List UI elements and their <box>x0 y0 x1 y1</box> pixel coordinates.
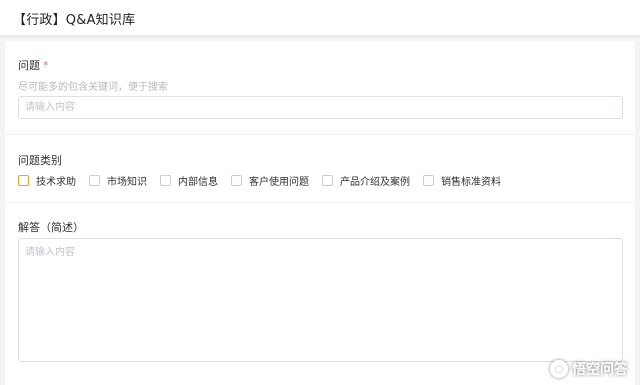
checkbox-box[interactable] <box>322 174 333 186</box>
checkbox-tech-help[interactable]: 技术求助 <box>18 173 76 188</box>
page-title: 【行政】Q&A知识库 <box>13 13 136 28</box>
checkbox-box[interactable] <box>18 174 29 186</box>
watermark-logo-icon <box>550 360 568 378</box>
question-input[interactable] <box>18 96 623 119</box>
checkbox-label: 产品介绍及案例 <box>340 176 410 188</box>
form-panel: 问题* 尽可能多的包含关键词，便于搜索 问题类别 技术求助 市场知识 内部信息 … <box>5 41 635 385</box>
checkbox-customer-usage[interactable]: 客户使用问题 <box>231 173 309 188</box>
checkbox-internal-info[interactable]: 内部信息 <box>160 173 218 188</box>
checkbox-label: 市场知识 <box>107 176 147 188</box>
checkbox-box[interactable] <box>160 174 171 186</box>
question-hint: 尽可能多的包含关键词，便于搜索 <box>18 82 168 93</box>
answer-label: 解答（简述） <box>18 221 84 234</box>
category-checkbox-group: 技术求助 市场知识 内部信息 客户使用问题 产品介绍及案例 销售标准资料 <box>18 172 514 188</box>
checkbox-label: 销售标准资料 <box>441 176 501 188</box>
checkbox-box[interactable] <box>231 174 242 186</box>
checkbox-market-knowledge[interactable]: 市场知识 <box>89 173 147 188</box>
question-label: 问题 <box>18 59 40 72</box>
page-header: 【行政】Q&A知识库 <box>0 0 640 36</box>
divider <box>5 202 635 203</box>
checkbox-label: 技术求助 <box>36 176 76 188</box>
checkbox-label: 客户使用问题 <box>249 176 309 188</box>
question-label-wrap: 问题 * <box>18 57 49 73</box>
checkbox-box[interactable] <box>89 174 100 186</box>
checkbox-box[interactable] <box>423 174 434 186</box>
checkbox-sales-materials[interactable]: 销售标准资料 <box>423 173 501 188</box>
watermark-text: 悟空问答 <box>572 362 628 378</box>
answer-textarea[interactable] <box>18 238 623 362</box>
category-label: 问题类别 <box>18 154 62 167</box>
checkbox-label: 内部信息 <box>178 176 218 188</box>
checkbox-product-cases[interactable]: 产品介绍及案例 <box>322 173 410 188</box>
watermark: 悟空问答 <box>550 359 628 379</box>
required-mark: * <box>43 59 49 72</box>
divider <box>5 134 635 135</box>
